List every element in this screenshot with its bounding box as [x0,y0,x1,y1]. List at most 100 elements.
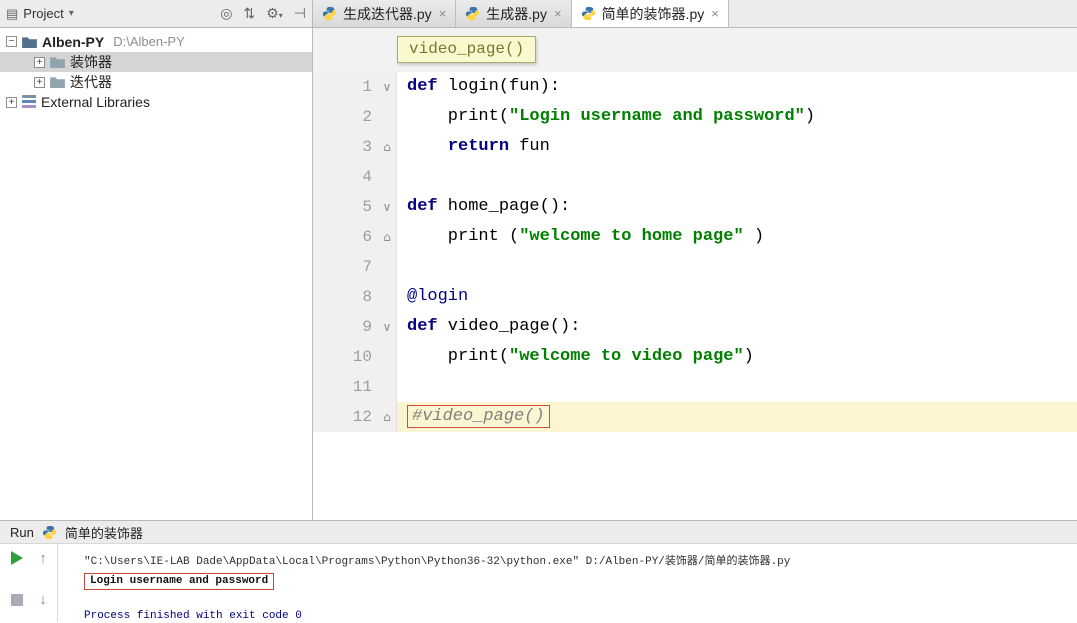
code-text: print ("welcome to home page" ) [397,222,1077,252]
code-line[interactable]: 10 print("welcome to video page") [313,342,1077,372]
fold-start-icon[interactable]: ∨ [378,72,396,102]
run-target-name: 简单的装饰器 [64,525,143,541]
project-root-row[interactable]: − Alben-PY D:\Alben-PY [0,31,312,52]
fold-end-icon[interactable]: ⌂ [378,132,396,162]
code-text: @login [397,282,1077,312]
gutter: 5 ∨ [313,192,397,222]
code-text: print("welcome to video page") [397,342,1077,372]
hide-panel-icon[interactable]: ⊣ [294,5,306,22]
code-line[interactable]: 6 ⌂ print ("welcome to home page" ) [313,222,1077,252]
line-number: 12 [352,408,372,426]
tree-item-external-libraries[interactable]: + External Libraries [0,92,312,112]
tree-item-label: External Libraries [41,94,150,110]
expand-toggle[interactable]: + [34,56,45,68]
line-number: 6 [362,228,372,246]
gutter: 4 [313,162,397,192]
run-header: Run 简单的装饰器 [0,520,1077,544]
locate-file-icon[interactable]: ◎ [220,5,232,22]
code-token: "welcome to video page" [509,347,744,366]
line-number: 4 [362,168,372,186]
play-icon [11,551,23,565]
code-token: ) [804,107,816,126]
up-stack-trace-button[interactable]: ↑ [39,551,47,567]
code-area[interactable]: 1 ∨ def login(fun): 2 print("Login username… [313,72,1077,520]
project-root-path: D:\Alben-PY [113,34,185,49]
editor-tab[interactable]: 生成迭代器.py × [313,0,457,27]
code-line[interactable]: 11 [313,372,1077,402]
line-number: 10 [352,348,372,366]
gutter: 6 ⌂ [313,222,397,252]
code-line[interactable]: 8 @login [313,282,1077,312]
code-token: "welcome to home page" [519,227,744,246]
code-token: "Login username and password" [509,107,805,126]
expand-toggle[interactable]: + [34,76,45,88]
gutter: 11 [313,372,397,402]
code-token: def [407,317,438,336]
project-panel-title[interactable]: Project [23,6,63,21]
tree-item-label: 装饰器 [70,54,112,70]
gutter: 10 [313,342,397,372]
gutter: 8 [313,282,397,312]
code-line[interactable]: 5 ∨ def home_page(): [313,192,1077,222]
line-number: 9 [362,318,372,336]
code-text: return fun [397,132,1077,162]
expand-toggle[interactable]: + [6,96,17,108]
python-file-icon [42,525,57,540]
folder-icon [22,36,37,48]
code-line[interactable]: 4 [313,162,1077,192]
stop-icon [11,594,23,606]
completion-hint: video_page() [397,36,537,63]
editor-tab[interactable]: 简单的装饰器.py × [571,0,729,27]
fold-start-icon[interactable]: ∨ [378,312,396,342]
top-bar: ▤ Project ▾ ◎ ⇅ ⚙▾ ⊣ 生成迭代器.py × 生成器.py × 简单的… [0,0,1077,28]
editor-tab[interactable]: 生成器.py × [456,0,572,27]
code-line[interactable]: 7 [313,252,1077,282]
code-token: print( [407,107,510,126]
code-line[interactable]: 1 ∨ def login(fun): [313,72,1077,102]
tab-label: 生成迭代器.py [343,5,432,22]
close-icon[interactable]: × [711,6,719,21]
code-line[interactable]: 2 print("Login username and password") [313,102,1077,132]
close-icon[interactable]: × [439,6,447,21]
chevron-down-icon[interactable]: ▾ [69,8,74,19]
code-token: def [407,77,438,96]
gear-icon[interactable]: ⚙▾ [266,5,283,22]
code-text: #video_page() [397,402,1077,432]
console-line: Login username and password [84,573,1077,590]
tree-item-folder[interactable]: + 装饰器 [0,52,312,72]
gutter: 2 [313,102,397,132]
code-line[interactable]: 12 ⌂ #video_page() [313,402,1077,432]
rerun-button[interactable] [11,551,23,565]
collapse-toggle[interactable]: − [6,36,17,47]
line-number: 5 [362,198,372,216]
fold-end-icon[interactable]: ⌂ [378,222,396,252]
close-icon[interactable]: × [554,6,562,21]
python-file-icon [322,6,337,21]
stop-button[interactable] [11,592,23,606]
project-panel-icon: ▤ [6,5,19,21]
tree-item-folder[interactable]: + 迭代器 [0,72,312,92]
code-line[interactable]: 9 ∨ def video_page(): [313,312,1077,342]
code-token: @login [407,287,469,306]
run-toolbar: ↑ ↓ ‖ ≡ [0,544,58,622]
collapse-all-icon[interactable]: ⇅ [243,5,255,22]
fold-end-icon[interactable]: ⌂ [378,402,396,432]
tab-label: 生成器.py [486,5,547,22]
run-body: ↑ ↓ ‖ ≡ "C:\Users\IE-LAB Dade\AppData\Lo… [0,544,1077,622]
code-line[interactable]: 3 ⌂ return fun [313,132,1077,162]
code-text: def video_page(): [397,312,1077,342]
folder-icon [50,56,65,68]
code-token: ) [743,227,765,246]
console-line: Process finished with exit code 0 [84,610,302,622]
down-stack-trace-button[interactable]: ↓ [39,592,47,608]
console[interactable]: "C:\Users\IE-LAB Dade\AppData\Local\Prog… [58,544,1077,622]
fold-start-icon[interactable]: ∨ [378,192,396,222]
gutter: 3 ⌂ [313,132,397,162]
